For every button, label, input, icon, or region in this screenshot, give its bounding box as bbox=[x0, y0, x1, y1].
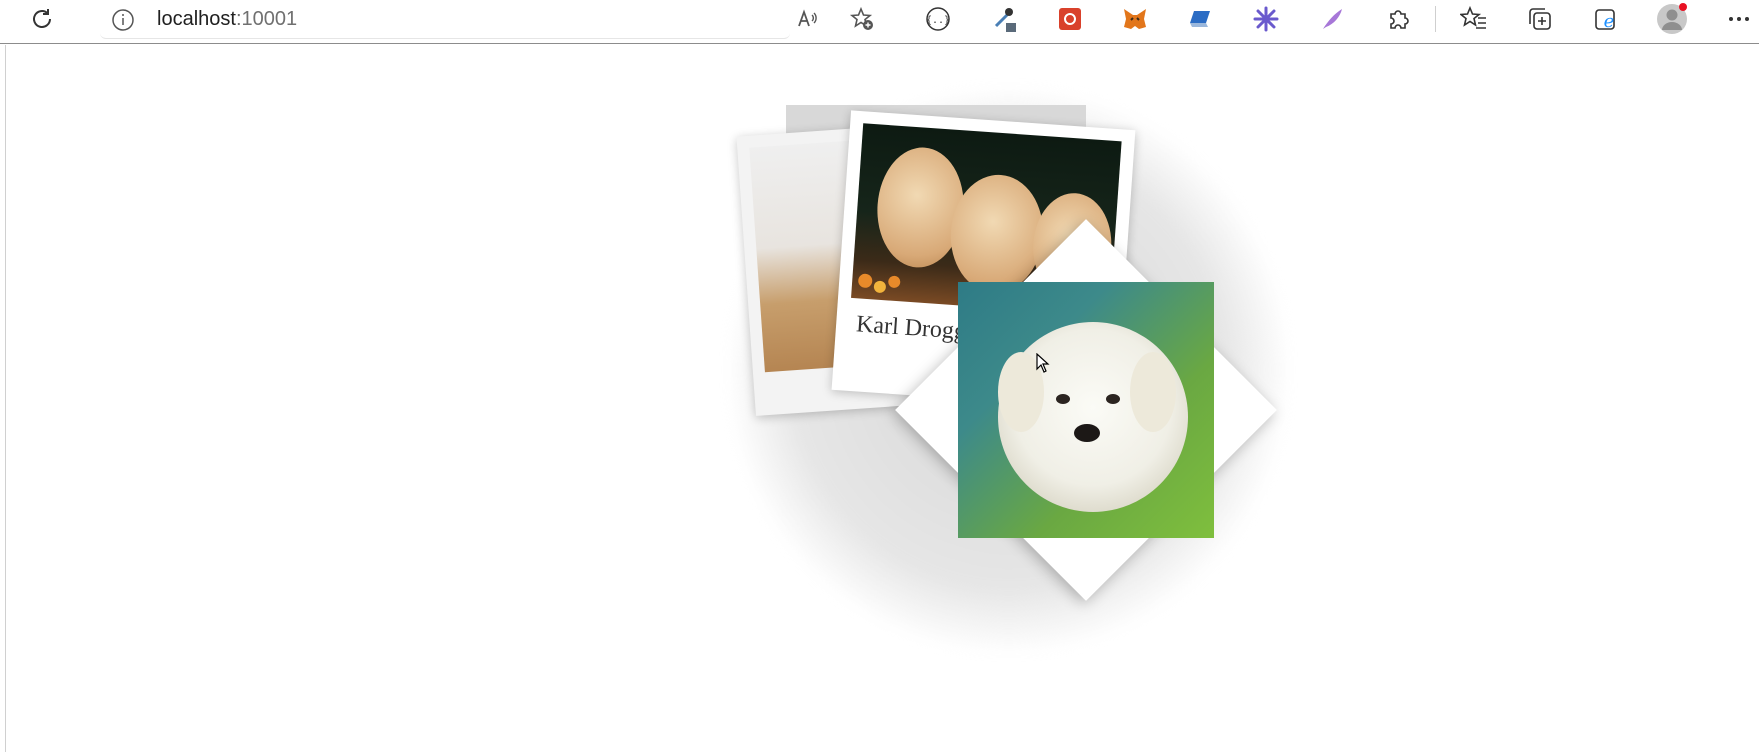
more-button[interactable] bbox=[1722, 2, 1756, 36]
extension-snowflake-button[interactable] bbox=[1249, 2, 1283, 36]
refresh-button[interactable] bbox=[25, 2, 59, 36]
extension-feather-button[interactable] bbox=[1315, 2, 1349, 36]
flower bbox=[857, 273, 873, 289]
add-favorite-icon bbox=[849, 6, 873, 30]
color-picker-icon bbox=[994, 8, 1016, 32]
photo-image-3 bbox=[958, 282, 1214, 538]
extensions-button[interactable] bbox=[1381, 2, 1415, 36]
extension-snowflake-icon bbox=[1253, 6, 1279, 32]
extension-red-icon bbox=[1059, 8, 1081, 30]
profile-button[interactable] bbox=[1655, 2, 1689, 36]
mouse-cursor-icon bbox=[1036, 353, 1050, 373]
favorites-icon bbox=[1460, 5, 1486, 29]
extension-blue-button[interactable] bbox=[1183, 2, 1217, 36]
info-icon[interactable] bbox=[111, 8, 135, 36]
ie-mode-button[interactable]: e bbox=[1589, 2, 1623, 36]
puppy-eye-right bbox=[1106, 394, 1120, 404]
color-picker-button[interactable] bbox=[988, 2, 1022, 36]
puppy-nose bbox=[1074, 424, 1100, 442]
read-aloud-button[interactable] bbox=[790, 2, 824, 36]
collections-button[interactable] bbox=[1523, 2, 1557, 36]
extension-braces-icon: {..} bbox=[926, 7, 950, 31]
read-aloud-icon bbox=[798, 9, 817, 27]
puppy-ear-right bbox=[1130, 352, 1176, 432]
extensions-puzzle-icon bbox=[1390, 10, 1409, 29]
svg-text:{..}: {..} bbox=[926, 15, 950, 26]
toolbar-divider bbox=[1435, 6, 1436, 32]
extension-feather-icon bbox=[1323, 9, 1342, 29]
puppy-eye-left bbox=[1056, 394, 1070, 404]
ie-mode-icon: e bbox=[1595, 9, 1615, 32]
extension-blue-icon bbox=[1190, 11, 1210, 27]
metamask-button[interactable] bbox=[1118, 2, 1152, 36]
svg-text:e: e bbox=[1604, 11, 1615, 32]
refresh-icon bbox=[33, 9, 51, 28]
flower bbox=[873, 280, 887, 294]
add-favorite-button[interactable] bbox=[845, 2, 879, 36]
url-text[interactable]: localhost:10001 bbox=[157, 8, 297, 31]
profile-icon bbox=[1657, 3, 1687, 34]
extension-red-button[interactable] bbox=[1053, 2, 1087, 36]
flower bbox=[887, 275, 901, 289]
extension-braces-button[interactable]: {..} bbox=[921, 2, 955, 36]
url-host: localhost bbox=[157, 8, 236, 30]
address-bar[interactable]: localhost:10001 bbox=[100, 2, 790, 39]
favorites-button[interactable] bbox=[1457, 2, 1491, 36]
collections-icon bbox=[1529, 8, 1551, 30]
url-port: :10001 bbox=[235, 8, 298, 30]
browser-toolbar: localhost:10001 {..} e bbox=[0, 0, 1759, 44]
page-content: Karl Drogg bbox=[5, 45, 1759, 752]
photo-caption: Karl Drogg bbox=[855, 311, 967, 345]
metamask-icon bbox=[1124, 9, 1146, 29]
more-icon bbox=[1729, 17, 1749, 21]
